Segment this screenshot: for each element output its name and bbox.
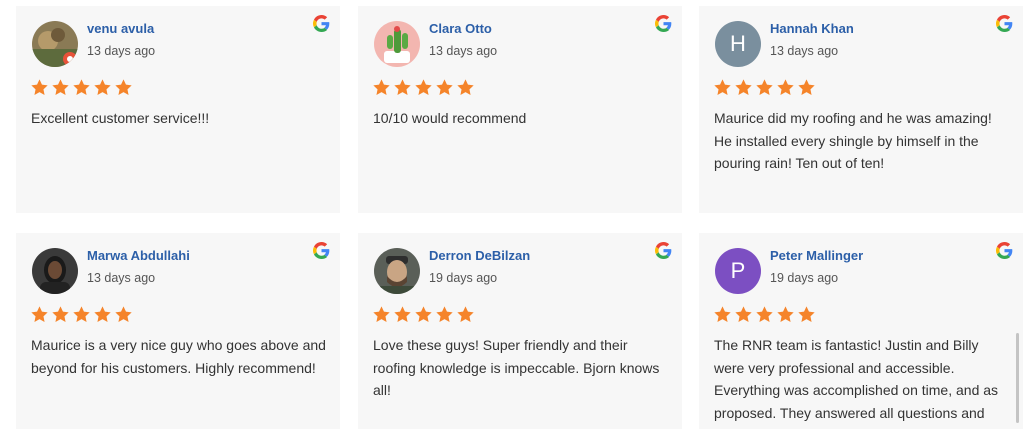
star-rating: [30, 78, 133, 97]
review-text: Maurice did my roofing and he was amazin…: [714, 110, 992, 171]
star-icon: [394, 79, 411, 95]
google-g-icon[interactable]: [313, 15, 330, 32]
reviewer-name[interactable]: Clara Otto: [429, 21, 492, 36]
review-date: 13 days ago: [770, 44, 839, 58]
letter-avatar[interactable]: H: [715, 21, 761, 67]
google-g-icon[interactable]: [655, 242, 672, 259]
review-text: Maurice is a very nice guy who goes abov…: [31, 337, 326, 376]
review-text: The RNR team is fantastic! Justin and Bi…: [714, 337, 999, 421]
star-icon: [52, 79, 69, 95]
star-rating: [713, 305, 816, 324]
reviewer-name[interactable]: Marwa Abdullahi: [87, 248, 190, 263]
review-card: Derron DeBilzan 19 days ago Love these g…: [358, 233, 682, 429]
user-photo-avatar[interactable]: [374, 248, 420, 294]
google-g-icon[interactable]: [996, 15, 1013, 32]
reviewer-name[interactable]: Peter Mallinger: [770, 248, 863, 263]
star-icon: [777, 79, 794, 95]
star-icon: [52, 306, 69, 322]
star-icon: [714, 306, 731, 322]
star-icon: [777, 306, 794, 322]
star-icon: [31, 79, 48, 95]
review-card: venu avula 13 days ago Excellent custome…: [16, 6, 340, 213]
reviewer-name[interactable]: venu avula: [87, 21, 154, 36]
avatar-letter: H: [730, 31, 746, 56]
review-text: 10/10 would recommend: [373, 110, 527, 126]
star-icon: [756, 306, 773, 322]
review-card: Clara Otto 13 days ago 10/10 would recom…: [358, 6, 682, 213]
review-date: 13 days ago: [429, 44, 498, 58]
star-icon: [373, 306, 390, 322]
review-date: 19 days ago: [429, 271, 498, 285]
star-icon: [735, 79, 752, 95]
star-icon: [394, 306, 411, 322]
reviewer-name[interactable]: Hannah Khan: [770, 21, 854, 36]
star-icon: [756, 79, 773, 95]
review-card: Marwa Abdullahi 13 days ago Maurice is a…: [16, 233, 340, 429]
review-card: H Hannah Khan 13 days ago Maurice did my…: [699, 6, 1023, 213]
google-g-icon[interactable]: [313, 242, 330, 259]
star-rating: [372, 305, 475, 324]
star-icon: [798, 306, 815, 322]
star-icon: [436, 306, 453, 322]
letter-avatar[interactable]: P: [715, 248, 761, 294]
user-photo-avatar[interactable]: [32, 248, 78, 294]
star-icon: [94, 79, 111, 95]
star-icon: [94, 306, 111, 322]
star-icon: [115, 79, 132, 95]
reviewer-name[interactable]: Derron DeBilzan: [429, 248, 530, 263]
star-icon: [436, 79, 453, 95]
google-g-icon[interactable]: [996, 242, 1013, 259]
star-icon: [373, 79, 390, 95]
star-rating: [372, 78, 475, 97]
star-rating: [713, 78, 816, 97]
review-text: Excellent customer service!!!: [31, 110, 210, 126]
star-rating: [30, 305, 133, 324]
review-card: P Peter Mallinger 19 days ago The RNR te…: [699, 233, 1023, 429]
text-scrollbar[interactable]: [1016, 333, 1019, 423]
star-icon: [73, 79, 90, 95]
star-icon: [415, 306, 432, 322]
star-icon: [735, 306, 752, 322]
google-g-icon[interactable]: [655, 15, 672, 32]
star-icon: [457, 306, 474, 322]
review-date: 19 days ago: [770, 271, 839, 285]
cactus-photo-avatar[interactable]: [374, 21, 420, 67]
star-icon: [415, 79, 432, 95]
star-icon: [714, 79, 731, 95]
review-date: 13 days ago: [87, 271, 156, 285]
star-icon: [31, 306, 48, 322]
review-text: Love these guys! Super friendly and thei…: [373, 337, 660, 398]
star-icon: [73, 306, 90, 322]
star-icon: [115, 306, 132, 322]
user-photo-avatar[interactable]: [32, 21, 78, 67]
star-icon: [798, 79, 815, 95]
review-date: 13 days ago: [87, 44, 156, 58]
star-icon: [457, 79, 474, 95]
avatar-letter: P: [730, 258, 746, 283]
